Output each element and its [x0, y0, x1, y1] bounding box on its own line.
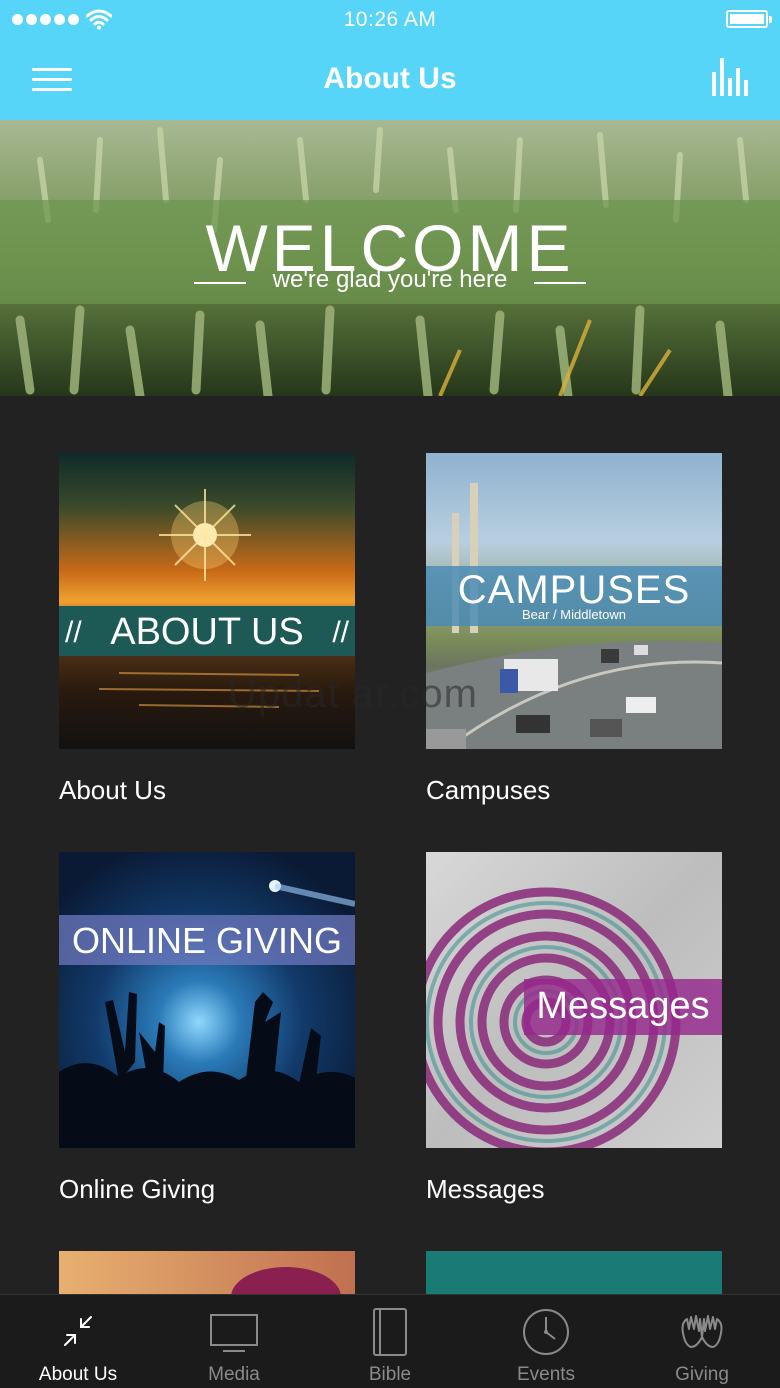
tab-label: About Us [38, 1364, 118, 1385]
spiral-art-image: Messages [426, 852, 722, 1148]
campuses-banner-sub: Bear / Middletown [521, 607, 627, 622]
battery-full-icon [726, 10, 772, 28]
tab-label: Media [208, 1364, 260, 1385]
tab-giving[interactable]: Giving [624, 1295, 780, 1388]
banner-deco-right: // [332, 616, 349, 649]
nav-bar: About Us [0, 40, 780, 120]
tile-messages[interactable]: Messages Messages [426, 852, 722, 1204]
tile-partial-left[interactable] [59, 1251, 355, 1294]
tile-caption: Messages [426, 1174, 545, 1204]
tab-label: Events [516, 1364, 576, 1385]
worship-crowd-image: ONLINE GIVING [59, 852, 355, 1148]
tab-bar: About Us Media Bible Events Giving [0, 1294, 780, 1388]
tile-caption: Online Giving [59, 1174, 216, 1204]
tab-label: Giving [675, 1364, 729, 1385]
hero-subtitle: we're glad you're here [272, 266, 508, 293]
tab-about-us[interactable]: About Us [0, 1295, 156, 1388]
tile-caption: Campuses [426, 775, 551, 805]
clock-icon [523, 1309, 569, 1355]
messages-banner-text: Messages [536, 985, 710, 1027]
tab-media[interactable]: Media [156, 1295, 312, 1388]
tile-caption: About Us [59, 775, 166, 805]
tile-online-giving[interactable]: ONLINE GIVING Online Giving [59, 852, 355, 1204]
tab-bible[interactable]: Bible [312, 1295, 468, 1388]
messages-banner: Messages [524, 979, 722, 1035]
hero-divider-right [534, 282, 586, 284]
collapse-arrows-icon [64, 1316, 92, 1346]
praying-hands-icon [681, 1315, 723, 1348]
tab-label: Bible [368, 1364, 412, 1385]
campuses-banner: CAMPUSES Bear / Middletown [426, 566, 722, 626]
book-icon [373, 1308, 407, 1356]
watermark-text: Updat ar.com [228, 672, 478, 716]
page-title: About Us [323, 62, 457, 95]
status-bar: 10:26 AM [0, 0, 780, 40]
tile-partial-right[interactable] [426, 1251, 722, 1294]
welcome-hero: WELCOME we're glad you're here [0, 120, 780, 396]
status-time: 10:26 AM [343, 8, 437, 31]
tab-events[interactable]: Events [468, 1295, 624, 1388]
about-us-banner-text: ABOUT US [110, 611, 304, 653]
online-giving-banner-text: ONLINE GIVING [71, 920, 343, 961]
bar-chart-icon[interactable] [712, 58, 748, 98]
online-giving-banner: ONLINE GIVING [59, 915, 355, 965]
monitor-icon [210, 1314, 258, 1352]
about-us-banner: // ABOUT US // [59, 606, 355, 656]
